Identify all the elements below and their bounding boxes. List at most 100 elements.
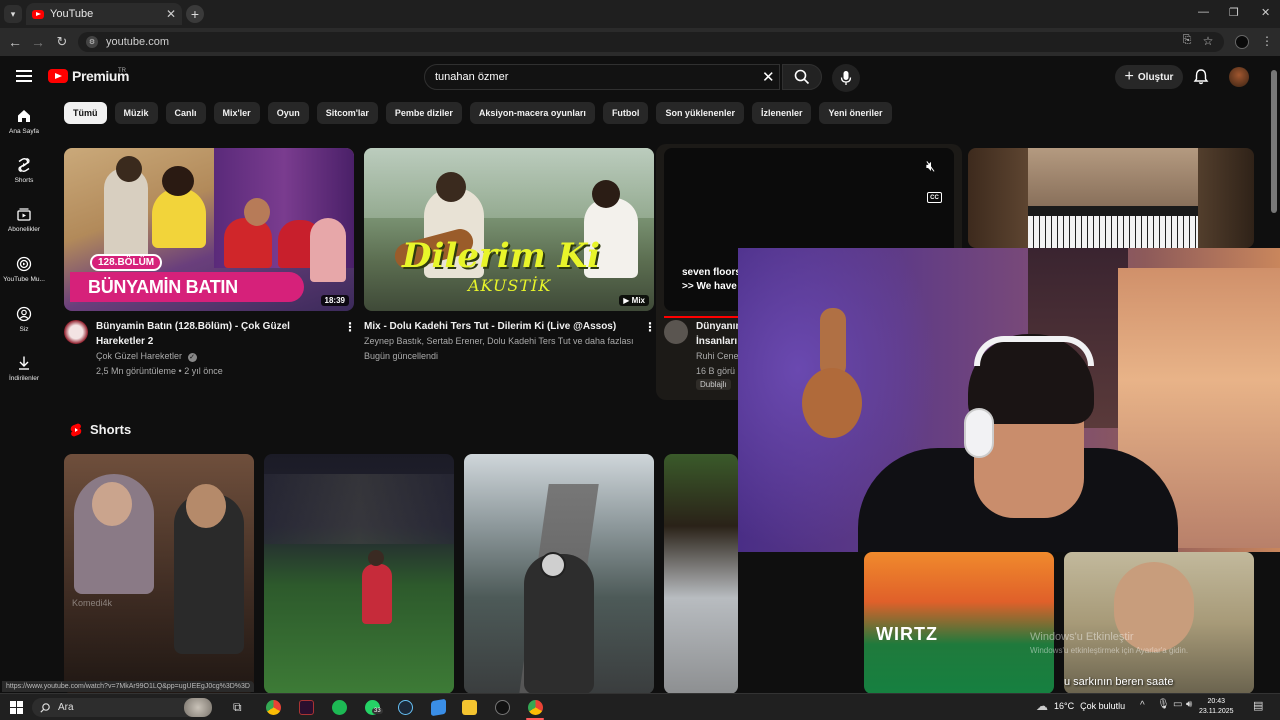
youtube-masthead: Premium TR tunahan özmer ✕ + Oluştur bbox=[0, 56, 1280, 98]
mix-badge: ▶ Mix bbox=[619, 295, 649, 306]
tab-close-icon[interactable]: ✕ bbox=[166, 7, 176, 21]
short-item[interactable]: u sarkının beren saate bbox=[1064, 552, 1254, 694]
chip-gaming[interactable]: Oyun bbox=[267, 102, 309, 124]
volume-icon[interactable]: 🔊︎ bbox=[1186, 699, 1192, 710]
mini-guide: Ana Sayfa Shorts Abonelikler YouTube Mu.… bbox=[0, 98, 48, 698]
guide-item-subscriptions[interactable]: Abonelikler bbox=[0, 206, 48, 233]
chip-action-adventure[interactable]: Aksiyon-macera oyunları bbox=[469, 102, 595, 124]
cloud-icon: ☁ bbox=[1036, 699, 1048, 713]
guide-label: Ana Sayfa bbox=[9, 128, 39, 135]
chip-new-to-you[interactable]: Yeni öneriler bbox=[819, 102, 892, 124]
voice-search-button[interactable] bbox=[832, 64, 860, 92]
reload-icon[interactable]: ↻ bbox=[54, 34, 70, 50]
file-explorer-icon[interactable] bbox=[462, 700, 477, 715]
weather-condition: Çok bulutlu bbox=[1080, 701, 1126, 711]
chip-mixes[interactable]: Mix'ler bbox=[213, 102, 260, 124]
steam-icon[interactable] bbox=[398, 700, 413, 715]
channel-name[interactable]: Ruhi Cene bbox=[696, 349, 739, 364]
files-icon[interactable] bbox=[431, 698, 446, 717]
search-button[interactable] bbox=[782, 64, 822, 90]
short-item[interactable]: Komedi4k bbox=[64, 454, 254, 694]
notifications-bell-icon[interactable] bbox=[1192, 68, 1210, 86]
task-view-icon[interactable]: ⧉ bbox=[233, 700, 248, 715]
tab-search-button[interactable]: ▾ bbox=[4, 5, 22, 23]
video-thumbnail[interactable]: Dilerim Ki AKUSTİK ▶ Mix bbox=[364, 148, 654, 311]
channel-avatar[interactable] bbox=[664, 320, 688, 344]
forward-icon[interactable]: → bbox=[30, 34, 46, 50]
shorts-shelf-header: Shorts bbox=[70, 422, 131, 437]
chip-sitcoms[interactable]: Sitcom'lar bbox=[316, 102, 378, 124]
restore-button[interactable]: ❐ bbox=[1229, 6, 1239, 19]
short-item[interactable] bbox=[464, 454, 654, 694]
youtube-favicon-icon bbox=[32, 9, 44, 19]
microphone-icon bbox=[840, 71, 852, 85]
browser-tab[interactable]: YouTube ✕ bbox=[26, 3, 182, 25]
mix-artists: Zeynep Bastık, Sertab Erener, Dolu Kadeh… bbox=[364, 336, 634, 346]
app-icon-2[interactable] bbox=[495, 700, 510, 715]
guide-item-you[interactable]: Siz bbox=[0, 306, 48, 333]
captions-icon[interactable]: CC bbox=[927, 192, 942, 203]
chip-music[interactable]: Müzik bbox=[114, 102, 158, 124]
taskbar-clock[interactable]: 20:43 23.11.2025 bbox=[1199, 697, 1234, 717]
account-avatar[interactable] bbox=[1229, 67, 1249, 87]
video-title-line: Dünyanın bbox=[696, 321, 742, 332]
plus-icon: + bbox=[1124, 68, 1134, 85]
chip-live[interactable]: Canlı bbox=[165, 102, 206, 124]
short-item[interactable] bbox=[664, 454, 738, 694]
subscriptions-icon bbox=[17, 208, 31, 221]
channel-name[interactable]: Çok Güzel Hareketler ✓ bbox=[96, 349, 197, 364]
notification-center-icon[interactable]: ▤ bbox=[1253, 699, 1263, 712]
search-input[interactable]: tunahan özmer bbox=[424, 64, 780, 90]
guide-item-home[interactable]: Ana Sayfa bbox=[0, 108, 48, 135]
guide-item-downloads[interactable]: İndirilenler bbox=[0, 355, 48, 382]
mute-icon[interactable]: 🔇︎ bbox=[926, 158, 935, 175]
more-actions-icon[interactable]: ⋮ bbox=[644, 320, 656, 334]
new-tab-button[interactable]: + bbox=[186, 5, 204, 23]
weather-widget[interactable]: ☁ 16°C Çok bulutlu bbox=[1036, 699, 1125, 713]
chip-recently-uploaded[interactable]: Son yüklenenler bbox=[656, 102, 744, 124]
page-scrollbar-thumb[interactable] bbox=[1271, 70, 1277, 213]
chrome-profile-icon[interactable] bbox=[528, 700, 543, 715]
more-actions-icon[interactable]: ⋮ bbox=[344, 320, 356, 334]
chip-watched[interactable]: İzlenenler bbox=[751, 102, 812, 124]
create-button[interactable]: + Oluştur bbox=[1115, 65, 1183, 89]
youtube-premium-logo[interactable]: Premium bbox=[48, 68, 130, 84]
caption-line: seven floors bbox=[682, 267, 741, 278]
browser-menu-icon[interactable]: ⋮ bbox=[1259, 34, 1275, 48]
channel-name-text: Çok Güzel Hareketler bbox=[96, 351, 183, 361]
minimize-button[interactable]: — bbox=[1198, 6, 1209, 18]
guide-label: YouTube Mu... bbox=[3, 276, 45, 283]
video-title[interactable]: Dünyanın İnsanları bbox=[696, 319, 742, 349]
video-title[interactable]: Mix - Dolu Kadehi Ters Tut - Dilerim Ki … bbox=[364, 319, 644, 334]
short-item[interactable]: WIRTZ bbox=[864, 552, 1054, 694]
guide-menu-icon[interactable] bbox=[16, 70, 32, 82]
install-app-icon[interactable]: ⎘ bbox=[1179, 34, 1195, 47]
back-icon[interactable]: ← bbox=[7, 34, 23, 50]
chip-all[interactable]: Tümü bbox=[64, 102, 107, 124]
microphone-tray-icon[interactable]: 🎙︎ bbox=[1157, 699, 1170, 710]
shorts-icon bbox=[18, 157, 30, 173]
tray-overflow-icon[interactable]: ^ bbox=[1140, 700, 1145, 711]
bookmark-star-icon[interactable]: ☆ bbox=[1200, 34, 1216, 48]
search-icon bbox=[40, 702, 50, 713]
network-icon[interactable]: ▭ bbox=[1173, 699, 1182, 710]
chip-soap-operas[interactable]: Pembe diziler bbox=[385, 102, 462, 124]
site-info-icon[interactable]: ⚙ bbox=[86, 36, 98, 48]
clear-search-icon[interactable]: ✕ bbox=[762, 68, 775, 86]
short-item[interactable] bbox=[264, 454, 454, 694]
guide-item-youtube-music[interactable]: YouTube Mu... bbox=[0, 256, 48, 283]
guide-item-shorts[interactable]: Shorts bbox=[0, 157, 48, 184]
chrome-icon[interactable] bbox=[266, 700, 281, 715]
profile-icon[interactable] bbox=[1235, 35, 1249, 49]
app-icon[interactable] bbox=[299, 700, 314, 715]
video-thumbnail[interactable] bbox=[968, 148, 1254, 248]
spotify-icon[interactable] bbox=[332, 700, 347, 715]
close-window-button[interactable]: ✕ bbox=[1261, 6, 1270, 19]
address-bar[interactable]: ⚙ youtube.com bbox=[78, 32, 1224, 52]
channel-avatar[interactable] bbox=[64, 320, 88, 344]
video-thumbnail[interactable]: 128.BÖLÜM BÜNYAMİN BATIN 18:39 bbox=[64, 148, 354, 311]
unread-badge: 33 bbox=[372, 708, 383, 714]
video-title[interactable]: Bünyamin Batın (128.Bölüm) - Çok Güzel H… bbox=[96, 319, 336, 349]
windows-start-icon[interactable] bbox=[10, 701, 23, 714]
chip-football[interactable]: Futbol bbox=[602, 102, 649, 124]
